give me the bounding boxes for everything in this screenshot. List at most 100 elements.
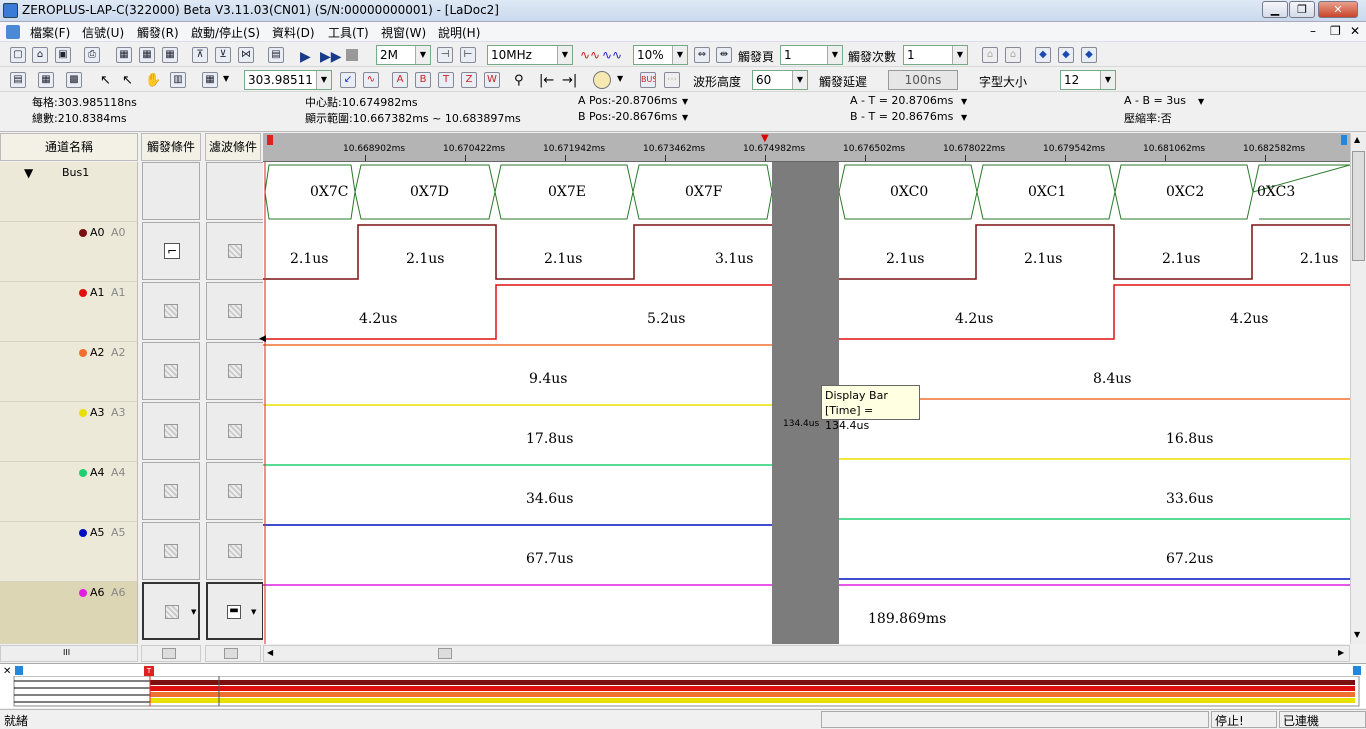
filter-cell[interactable] [206,282,264,340]
trigger-cell[interactable] [142,522,200,580]
mdi-close-icon[interactable]: ✕ [1350,24,1360,38]
pointer-icon[interactable]: ↖ [100,73,111,88]
channel-row-a1[interactable]: A1 A1 [0,282,264,342]
menu-help[interactable]: 說明(H) [438,24,480,41]
overview-trigger-icon[interactable]: T [144,666,154,676]
channel-name-cell[interactable]: A6 A6 [0,582,138,644]
memory-dec-icon[interactable]: ⊣ [437,47,453,63]
freq-wave2-icon[interactable]: ∿∿ [602,48,622,62]
scroll-up-icon[interactable]: ▲ [1354,135,1360,144]
window-arrange-icon[interactable]: ◆ [1081,47,1097,63]
vscroll-thumb[interactable] [1352,151,1365,261]
new-file-icon[interactable]: ▢ [10,47,26,63]
select-cursor-icon[interactable]: ↖ [122,73,133,88]
format-icon[interactable]: ▦ [202,72,218,88]
bar-z-icon[interactable]: Z [461,72,477,88]
b-t-dropdown-icon[interactable]: ▼ [961,113,967,122]
goto-edge-icon[interactable]: ∿ [363,72,379,88]
scroll-left-icon[interactable]: ◀ [267,648,273,657]
filter-cond-header[interactable]: 濾波條件 [205,133,261,161]
mdi-restore-icon[interactable]: ❐ [1330,24,1341,38]
window-cascade-icon[interactable]: ◆ [1058,47,1074,63]
menu-window[interactable]: 視窗(W) [381,24,426,41]
channel-name-cell[interactable]: A0 A0 [0,222,138,282]
channel-name-cell[interactable]: A1 A1 [0,282,138,342]
print-icon[interactable]: ⎙ [84,47,100,63]
trigger-dropdown-icon[interactable]: ▼ [191,608,196,616]
trigger-cell[interactable]: ⌐ [142,222,200,280]
filter-dropdown-icon[interactable]: ▼ [251,608,256,616]
trigger-cell[interactable]: ▼ [142,582,200,640]
channel-row-bus1[interactable]: ▼ Bus1 [0,162,264,222]
bar-t-icon[interactable]: T [438,72,454,88]
filter-cell[interactable]: ▬ ▼ [206,582,264,640]
channel-row-a3[interactable]: A3 A3 [0,402,264,462]
scroll-right-icon[interactable]: ▶ [1338,648,1344,657]
waveform-hscroll[interactable]: ◀ ▶ [263,645,1350,662]
maximize-button[interactable]: ❐ [1289,1,1315,18]
zoom-in-icon[interactable]: ⇔ [694,47,710,63]
trigger-cell[interactable] [142,402,200,460]
close-button[interactable]: ✕ [1318,1,1358,18]
channel-name-cell[interactable]: ▼ Bus1 [0,162,138,222]
state-view-icon[interactable]: ▩ [66,72,82,88]
marker-b-icon[interactable] [1341,135,1347,145]
overview-marker-b-icon[interactable] [1353,666,1361,675]
trigger-any-icon[interactable]: ⋈ [238,47,254,63]
trigger-hscroll[interactable] [141,645,201,662]
filter-cell[interactable] [206,222,264,280]
filter-cell[interactable] [206,522,264,580]
scroll-down-icon[interactable]: ▼ [1354,630,1360,639]
collapse-triangle-icon[interactable]: ▼ [24,166,33,180]
memory-select[interactable]: 2M ▼ [376,45,431,65]
menu-file[interactable]: 檔案(F) [30,24,70,41]
filter-cell[interactable] [206,402,264,460]
bar-a-icon[interactable]: A [392,72,408,88]
menu-data[interactable]: 資料(D) [272,24,315,41]
filter-cell[interactable] [206,462,264,520]
channel-row-a4[interactable]: A4 A4 [0,462,264,522]
trigger-marker-icon[interactable]: ▼ [761,133,769,144]
menu-trigger[interactable]: 觸發(R) [137,24,179,41]
mdi-minimize-icon[interactable]: – [1310,24,1316,38]
signal-setup-icon[interactable]: ▦ [162,47,178,63]
overview-marker-a-icon[interactable] [15,666,23,675]
trigger-fall-icon[interactable]: ⊻ [215,47,231,63]
goto-trigger-icon[interactable]: ↙ [340,72,356,88]
bus-disabled-icon[interactable]: ⋯ [664,72,680,88]
hscroll-thumb[interactable] [438,648,452,659]
trigger-rise-icon[interactable]: ⊼ [192,47,208,63]
clock-dropdown-icon[interactable]: ▼ [617,74,623,83]
frequency-select[interactable]: 10MHz ▼ [487,45,573,65]
channel-row-a5[interactable]: A5 A5 [0,522,264,582]
bar-b-icon[interactable]: B [415,72,431,88]
waveform-view-icon[interactable]: ▤ [10,72,26,88]
channel-name-header[interactable]: 通道名稱 [0,133,138,161]
minimize-button[interactable]: ▁ [1262,1,1288,18]
next-icon[interactable]: →| [562,73,577,88]
trigger-page-select[interactable]: 1 ▼ [780,45,843,65]
search-icon[interactable]: ⚲ [514,73,524,88]
marker-a-icon[interactable] [267,135,273,145]
measure-icon[interactable]: ▥ [170,72,186,88]
a-t-dropdown-icon[interactable]: ▼ [961,97,967,106]
channel-name-cell[interactable]: A5 A5 [0,522,138,582]
menu-signal[interactable]: 信號(U) [82,24,124,41]
channel-row-a0[interactable]: A0 A0 ⌐ [0,222,264,282]
memory-inc-icon[interactable]: ⊢ [460,47,476,63]
channel-row-a2[interactable]: A2 A2 [0,342,264,402]
prev-icon[interactable]: |← [539,73,554,88]
filter-cell[interactable] [206,342,264,400]
a-b-dropdown-icon[interactable]: ▼ [1198,97,1204,106]
zoom-select[interactable]: 10% ▼ [633,45,688,65]
channel-name-cell[interactable]: A4 A4 [0,462,138,522]
overview-strip[interactable]: ✕ T [0,663,1366,708]
b-pos-dropdown-icon[interactable]: ▼ [682,113,688,122]
page-icon[interactable]: ▤ [268,47,284,63]
stop-icon[interactable] [346,49,358,61]
trigger-cond-header[interactable]: 觸發條件 [141,133,201,161]
waveform-vscroll[interactable]: ▲ ▼ [1350,133,1366,644]
time-ruler[interactable]: ▼ 10.668902ms 10.670422ms 10.671942ms 10.67… [263,133,1350,162]
clock-icon[interactable] [593,71,611,89]
channel-setup-icon[interactable]: ▦ [116,47,132,63]
